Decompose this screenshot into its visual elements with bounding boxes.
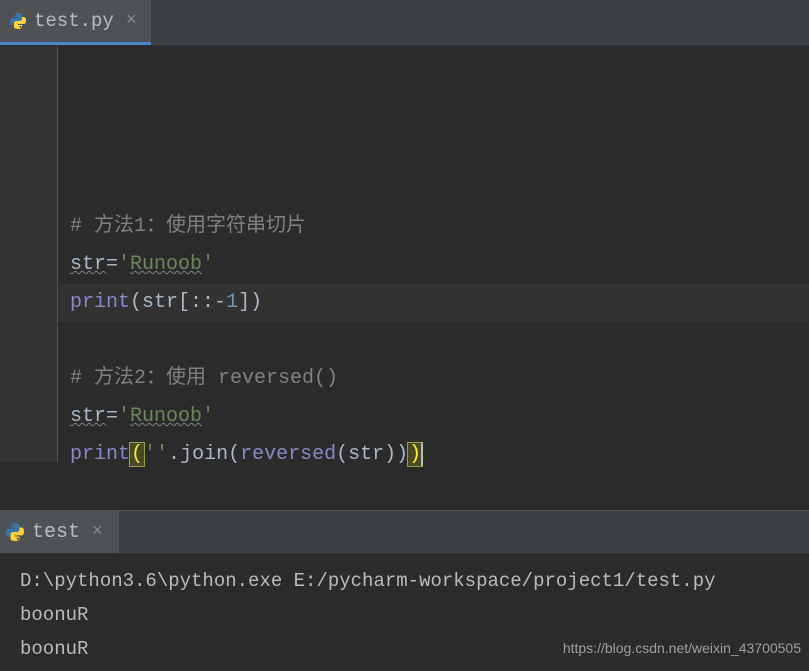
code-content-area[interactable]: # 方法1：使用字符串切片 str='Runoob' print(str[::-… <box>58 46 809 462</box>
code-comment: # 方法2：使用 reversed() <box>70 367 338 390</box>
code-var: str <box>70 253 106 276</box>
run-console[interactable]: D:\python3.6\python.exe E:/pycharm-works… <box>0 554 809 671</box>
code-builtin-reversed: reversed <box>240 443 336 466</box>
code-string: Runoob <box>130 253 202 276</box>
matched-paren-open: ( <box>129 442 145 467</box>
editor-gutter <box>0 46 58 462</box>
editor-tab-label: test.py <box>34 10 114 32</box>
python-run-icon <box>6 523 24 541</box>
text-caret <box>421 442 423 466</box>
watermark-text: https://blog.csdn.net/weixin_43700505 <box>563 631 801 665</box>
editor-tab-testpy[interactable]: test.py × <box>0 0 151 45</box>
console-command-line: D:\python3.6\python.exe E:/pycharm-works… <box>20 564 789 598</box>
console-output-line: boonuR <box>20 598 789 632</box>
editor-tab-bar: test.py × <box>0 0 809 46</box>
code-editor[interactable]: # 方法1：使用字符串切片 str='Runoob' print(str[::-… <box>0 46 809 462</box>
code-builtin-print: print <box>70 443 130 466</box>
code-var: str <box>70 405 106 428</box>
code-comment: # 方法1：使用字符串切片 <box>70 215 306 238</box>
close-icon[interactable]: × <box>122 11 141 31</box>
code-builtin-print: print <box>70 291 130 314</box>
python-file-icon <box>10 13 26 29</box>
code-number: 1 <box>226 291 238 314</box>
code-string: Runoob <box>130 405 202 428</box>
